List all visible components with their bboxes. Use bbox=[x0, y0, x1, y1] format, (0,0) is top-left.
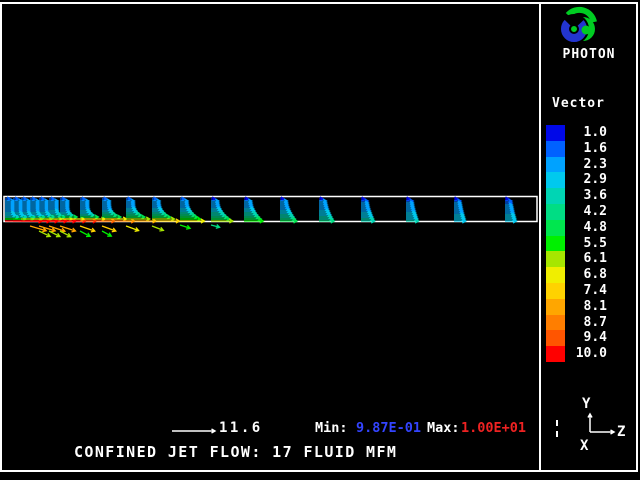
colorscale-label: 3.6 bbox=[565, 188, 607, 204]
colorscale-swatch bbox=[546, 267, 565, 283]
colorscale-row: 2.9 bbox=[546, 172, 607, 188]
colorscale-swatch bbox=[546, 283, 565, 299]
legend-title: Vector bbox=[552, 96, 605, 111]
axis-label-z: Z bbox=[617, 424, 625, 440]
axis-label-x: X bbox=[580, 438, 588, 454]
colorscale-label: 10.0 bbox=[565, 346, 607, 362]
panel-divider bbox=[539, 2, 541, 472]
colorscale-label: 2.9 bbox=[565, 172, 607, 188]
colorscale-row: 5.5 bbox=[546, 236, 607, 252]
reference-arrow-value: 11.6 bbox=[219, 420, 263, 436]
colorscale-row: 8.1 bbox=[546, 299, 607, 315]
colorscale-label: 4.2 bbox=[565, 204, 607, 220]
photon-logo-label: PHOTON bbox=[540, 47, 638, 62]
colorscale-row: 6.8 bbox=[546, 267, 607, 283]
colorscale-label: 8.7 bbox=[565, 315, 607, 331]
colorscale-swatch bbox=[546, 299, 565, 315]
axis-hidden-dash-icon bbox=[556, 420, 558, 437]
colorscale-swatch bbox=[546, 141, 565, 157]
colorscale-swatch bbox=[546, 220, 565, 236]
colorscale-row: 7.4 bbox=[546, 283, 607, 299]
colorscale-swatch bbox=[546, 236, 565, 252]
min-label: Min: bbox=[315, 420, 348, 436]
max-value: 1.00E+01 bbox=[461, 420, 526, 436]
colorscale-row: 6.1 bbox=[546, 251, 607, 267]
colorscale-row: 10.0 bbox=[546, 346, 607, 362]
colorscale-row: 2.3 bbox=[546, 157, 607, 173]
colorscale-row: 3.6 bbox=[546, 188, 607, 204]
colorscale-row: 4.8 bbox=[546, 220, 607, 236]
colorscale-row: 9.4 bbox=[546, 330, 607, 346]
max-label: Max: bbox=[427, 420, 460, 436]
colorscale-swatch bbox=[546, 346, 565, 362]
colorscale-swatch bbox=[546, 172, 565, 188]
colorscale-swatch bbox=[546, 188, 565, 204]
colorscale-swatch bbox=[546, 157, 565, 173]
min-value: 9.87E-01 bbox=[356, 420, 421, 436]
colorscale-row: 1.6 bbox=[546, 141, 607, 157]
colorscale-row: 1.0 bbox=[546, 125, 607, 141]
colorscale-label: 2.3 bbox=[565, 157, 607, 173]
photon-app-window: 11.6 Min: 9.87E-01 Max: 1.00E+01 CONFINE… bbox=[0, 0, 640, 480]
colorscale-label: 1.6 bbox=[565, 141, 607, 157]
window-border bbox=[0, 2, 638, 472]
colorscale-label: 8.1 bbox=[565, 299, 607, 315]
colorscale-swatch bbox=[546, 125, 565, 141]
colorscale-swatch bbox=[546, 315, 565, 331]
colorscale-label: 6.8 bbox=[565, 267, 607, 283]
axis-label-y: Y bbox=[582, 396, 590, 412]
colorscale-swatch bbox=[546, 204, 565, 220]
colorscale-label: 6.1 bbox=[565, 251, 607, 267]
colorscale-row: 8.7 bbox=[546, 315, 607, 331]
colorscale-row: 4.2 bbox=[546, 204, 607, 220]
colorscale-label: 5.5 bbox=[565, 236, 607, 252]
plot-title: CONFINED JET FLOW: 17 FLUID MFM bbox=[74, 443, 397, 461]
colorscale-label: 4.8 bbox=[565, 220, 607, 236]
colorscale-label: 1.0 bbox=[565, 125, 607, 141]
colorscale-label: 9.4 bbox=[565, 330, 607, 346]
colorscale-legend: 1.01.62.32.93.64.24.85.56.16.87.48.18.79… bbox=[546, 125, 607, 362]
colorscale-swatch bbox=[546, 330, 565, 346]
colorscale-label: 7.4 bbox=[565, 283, 607, 299]
colorscale-swatch bbox=[546, 251, 565, 267]
